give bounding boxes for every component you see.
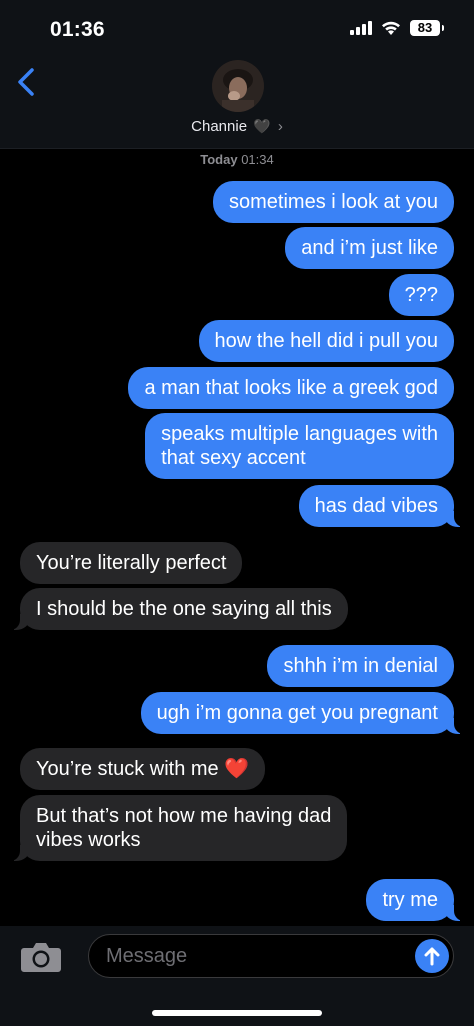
sent-message[interactable]: shhh i’m in denial [267,645,454,687]
received-message[interactable]: You’re literally perfect [20,542,243,584]
battery-icon: 83 [410,20,444,36]
message-timestamp: Today 01:34 [0,152,474,167]
black-heart-emoji: 🖤 [253,118,271,134]
back-button[interactable] [12,62,42,102]
message-text: You’re stuck with me [36,758,219,780]
sent-message[interactable]: sometimes i look at you [213,181,454,223]
status-icons: 83 [350,20,444,36]
contact-name-button[interactable]: Channie 🖤 › [0,118,474,135]
contact-name: Channie [191,118,248,135]
sent-message[interactable]: speaks multiple languages with that sexy… [145,413,454,479]
home-indicator[interactable] [152,1010,322,1016]
status-bar: 01:36 83 [0,0,474,54]
camera-button[interactable] [20,940,62,974]
sent-message[interactable]: a man that looks like a greek god [128,367,454,409]
sent-message[interactable]: and i’m just like [285,227,454,269]
sent-message[interactable]: has dad vibes [298,485,471,527]
message-text: I should be the one saying all this [36,598,332,620]
camera-icon [21,943,61,972]
avatar[interactable] [212,60,264,112]
sent-message[interactable]: ??? [388,274,454,316]
message-text: has dad vibes [314,495,438,517]
sent-message[interactable]: try me [366,879,470,921]
status-time: 01:36 [50,18,105,41]
send-button[interactable] [415,939,449,973]
chevron-left-icon [18,68,34,96]
message-text: sometimes i look at you [229,191,438,213]
avatar-photo [212,60,264,112]
received-message[interactable]: You’re stuck with me ❤️ [20,748,266,790]
message-text: and i’m just like [301,237,438,259]
message-text: try me [382,889,438,911]
battery-level: 83 [417,20,433,35]
message-text: ??? [404,284,438,306]
message-text: ugh i’m gonna get you pregnant [156,702,438,724]
timestamp-time: 01:34 [241,152,274,167]
message-text: speaks multiple languages with [161,423,438,445]
message-text: vibes works [36,829,141,851]
compose-bar: Message [0,926,474,1026]
timestamp-day: Today [200,152,238,167]
sent-message[interactable]: ugh i’m gonna get you pregnant [140,692,471,734]
conversation-header: Channie 🖤 › [0,54,474,149]
red-heart-emoji: ❤️ [224,758,250,780]
message-placeholder: Message [106,945,188,967]
message-text: how the hell did i pull you [214,330,438,352]
message-text: that sexy accent [161,447,306,469]
message-input[interactable]: Message [88,934,454,978]
received-message[interactable]: I should be the one saying all this [4,588,348,630]
received-message[interactable]: But that’s not how me having dad vibes w… [3,795,348,861]
sent-message[interactable]: how the hell did i pull you [198,320,454,362]
cellular-signal-icon [350,21,372,35]
message-text: a man that looks like a greek god [144,377,438,399]
chevron-right-icon: › [277,118,283,135]
arrow-up-icon [424,947,440,966]
wifi-icon [382,21,400,35]
message-text: But that’s not how me having dad [36,805,332,827]
message-text: You’re literally perfect [36,552,227,574]
message-text: shhh i’m in denial [283,655,438,677]
